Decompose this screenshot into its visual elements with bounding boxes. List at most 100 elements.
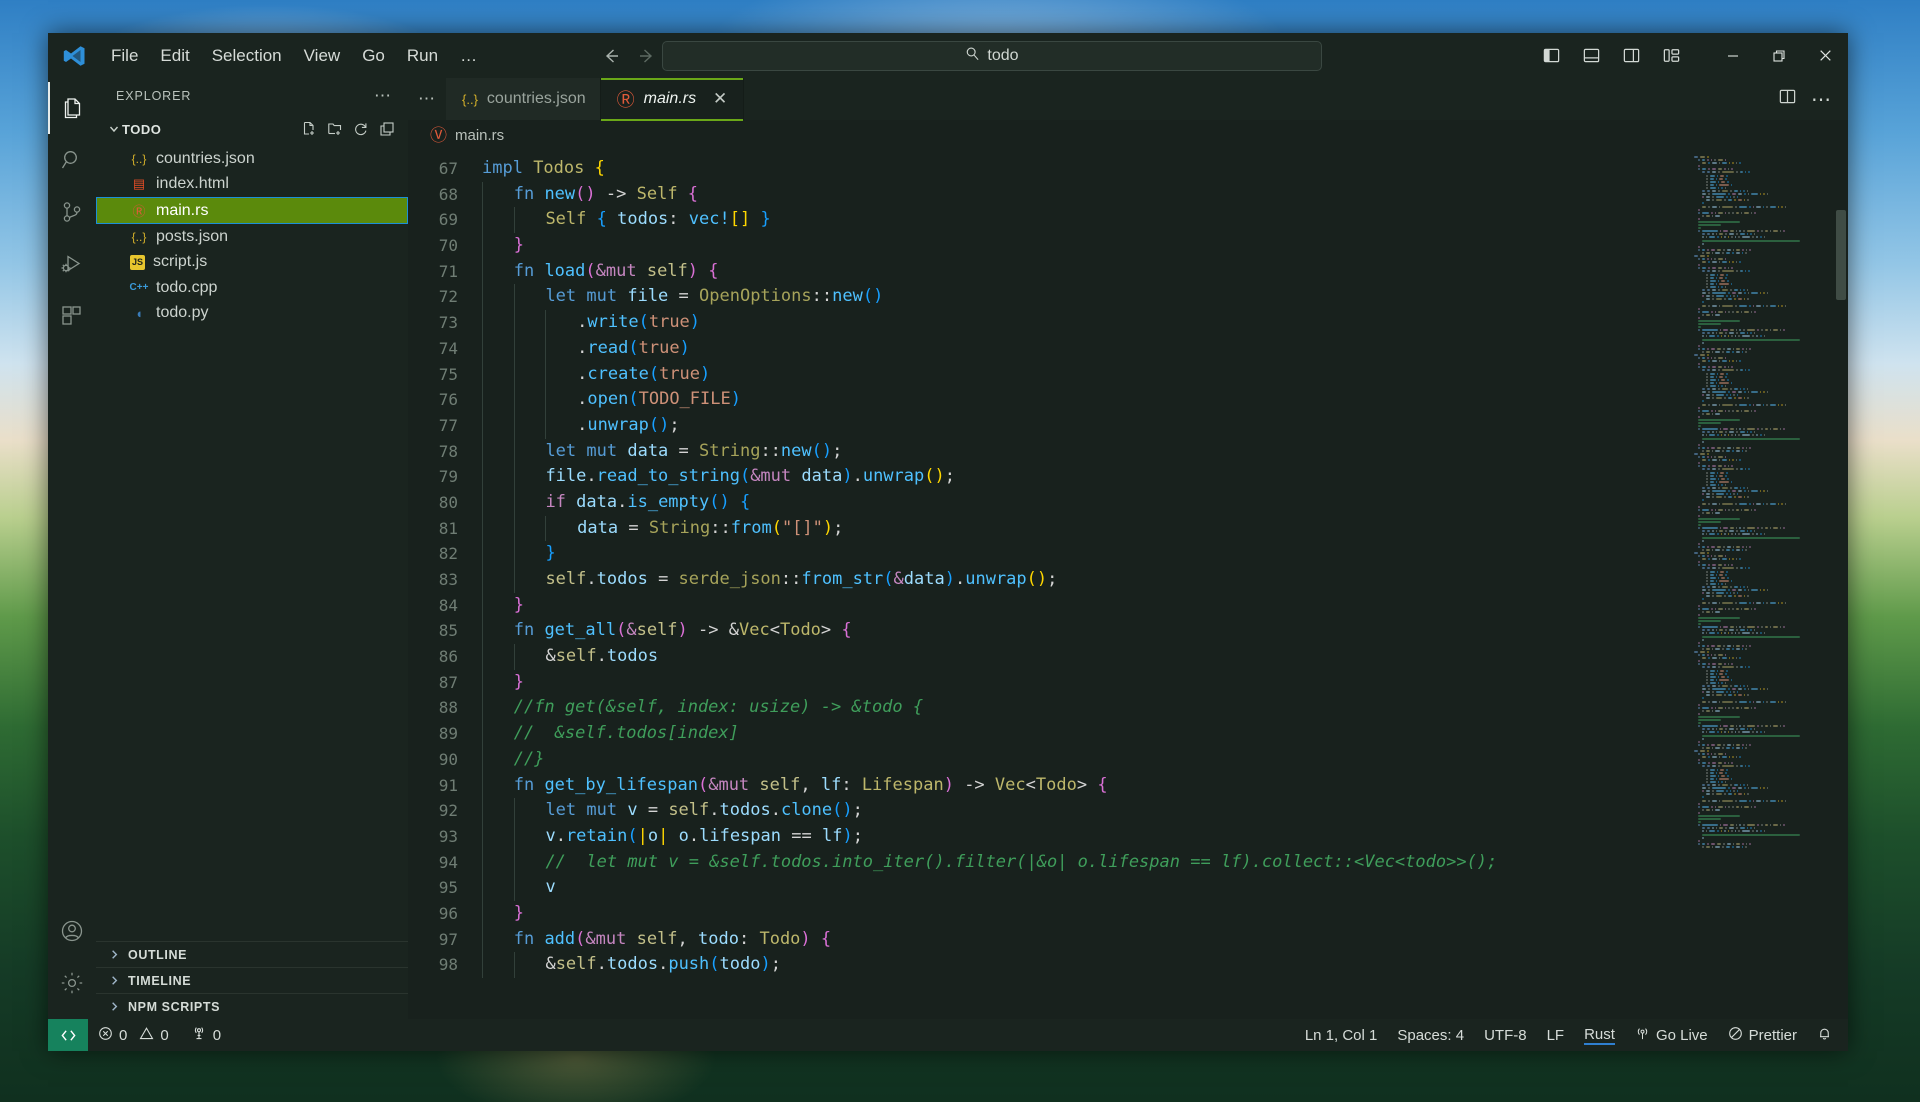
- tabs-overflow-ellipsis-icon[interactable]: ⋯: [408, 78, 446, 120]
- code-line[interactable]: // let mut v = &self.todos.into_iter().f…: [482, 849, 1848, 876]
- code-line[interactable]: data = String::from("[]");: [482, 515, 1848, 542]
- ports-forwarded[interactable]: 0: [179, 1019, 231, 1051]
- code-line[interactable]: v.retain(|o| o.lifespan == lf);: [482, 823, 1848, 850]
- activity-run-debug[interactable]: [48, 238, 96, 290]
- code-line[interactable]: }: [482, 541, 1848, 567]
- code-line[interactable]: fn get_by_lifespan(&mut self, lf: Lifesp…: [482, 772, 1848, 799]
- file-item-script-js[interactable]: JS script.js: [96, 250, 408, 276]
- command-center-search[interactable]: todo: [662, 41, 1322, 71]
- new-file-icon[interactable]: [298, 118, 320, 140]
- file-item-posts-json[interactable]: {..} posts.json: [96, 224, 408, 250]
- panel-section-npm-scripts[interactable]: NPM SCRIPTS: [96, 993, 408, 1019]
- code-line[interactable]: &self.todos: [482, 644, 1848, 670]
- go-live-button[interactable]: Go Live: [1625, 1019, 1718, 1051]
- editor-tab-countries-json[interactable]: {..} countries.json: [446, 78, 601, 120]
- code-line[interactable]: v: [482, 875, 1848, 901]
- code-line[interactable]: .read(true): [482, 335, 1848, 362]
- code-line[interactable]: //}: [482, 746, 1848, 773]
- code-line[interactable]: }: [482, 900, 1848, 927]
- new-folder-icon[interactable]: [324, 118, 346, 140]
- tab-close-icon[interactable]: ✕: [711, 89, 729, 109]
- editor-cursor-position[interactable]: Ln 1, Col 1: [1295, 1019, 1388, 1051]
- activity-extensions[interactable]: [48, 290, 96, 342]
- code-line[interactable]: fn new() -> Self {: [482, 181, 1848, 208]
- scrollbar-thumb[interactable]: [1836, 210, 1846, 300]
- problems-errors[interactable]: 0: [88, 1019, 137, 1051]
- menu-file[interactable]: File: [100, 42, 149, 70]
- code-line[interactable]: }: [482, 669, 1848, 696]
- arrow-left-icon[interactable]: [598, 43, 624, 69]
- code-line[interactable]: .create(true): [482, 361, 1848, 388]
- panel-left-icon[interactable]: [1534, 39, 1568, 73]
- code-line[interactable]: &self.todos.push(todo);: [482, 952, 1848, 978]
- menu-more[interactable]: …: [449, 42, 488, 70]
- activity-settings[interactable]: [48, 957, 96, 1009]
- menu-edit[interactable]: Edit: [149, 42, 200, 70]
- code-line[interactable]: .write(true): [482, 310, 1848, 336]
- code-line[interactable]: // &self.todos[index]: [482, 721, 1848, 747]
- file-item-todo-py[interactable]: ◖ todo.py: [96, 301, 408, 327]
- activity-source-control[interactable]: [48, 186, 96, 238]
- code-content[interactable]: impl Todos { fn new() -> Self { Self { t…: [472, 150, 1848, 1019]
- panel-right-icon[interactable]: [1614, 39, 1648, 73]
- code-line[interactable]: //fn get(&self, index: usize) -> &todo {: [482, 695, 1848, 722]
- code-line[interactable]: .open(TODO_FILE): [482, 387, 1848, 413]
- file-item-main-rs[interactable]: Ⓡmain.rs: [96, 197, 408, 224]
- remote-window-icon[interactable]: [48, 1019, 88, 1051]
- code-line[interactable]: fn add(&mut self, todo: Todo) {: [482, 926, 1848, 953]
- editor-eol[interactable]: LF: [1537, 1019, 1575, 1051]
- code-line[interactable]: file.read_to_string(&mut data).unwrap();: [482, 464, 1848, 490]
- notifications-bell[interactable]: [1807, 1019, 1848, 1051]
- explorer-folder-todo[interactable]: TODO: [96, 114, 408, 144]
- activity-accounts[interactable]: [48, 905, 96, 957]
- file-item-index-html[interactable]: ▤ index.html: [96, 172, 408, 198]
- panel-section-timeline[interactable]: TIMELINE: [96, 967, 408, 993]
- layout-grid-icon[interactable]: [1654, 39, 1688, 73]
- editor-encoding[interactable]: UTF-8: [1474, 1019, 1537, 1051]
- code-line[interactable]: fn get_all(&self) -> &Vec<Todo> {: [482, 618, 1848, 645]
- maximize-button[interactable]: [1756, 33, 1802, 78]
- problems-warnings[interactable]: 0: [137, 1019, 178, 1051]
- panel-section-outline[interactable]: OUTLINE: [96, 941, 408, 967]
- file-item-todo-cpp[interactable]: C++ todo.cpp: [96, 275, 408, 301]
- menu-run[interactable]: Run: [396, 42, 449, 70]
- minimap-token: [1714, 258, 1717, 261]
- editor-language-mode[interactable]: Rust: [1574, 1019, 1625, 1051]
- minimap-token: [1702, 709, 1704, 712]
- code-line[interactable]: let mut data = String::new();: [482, 438, 1848, 465]
- editor-tab-main-rs[interactable]: Ⓡmain.rs ✕: [600, 78, 745, 121]
- prettier-status[interactable]: Prettier: [1718, 1019, 1807, 1051]
- code-editor[interactable]: 67 68 69 70 71 72 73 74 75 76 77 78 79 80 81 82 83 84 85 86…: [408, 150, 1848, 1019]
- editor-scrollbar[interactable]: [1834, 150, 1848, 1019]
- code-line[interactable]: }: [482, 592, 1848, 619]
- code-line[interactable]: if data.is_empty() {: [482, 489, 1848, 516]
- menu-go[interactable]: Go: [351, 42, 396, 70]
- editor-indentation[interactable]: Spaces: 4: [1387, 1019, 1474, 1051]
- minimize-button[interactable]: [1710, 33, 1756, 78]
- code-line[interactable]: fn load(&mut self) {: [482, 258, 1848, 285]
- editor-more-actions-icon[interactable]: ⋯: [1811, 87, 1832, 112]
- minimap[interactable]: [1691, 150, 1816, 1019]
- ellipsis-icon[interactable]: ⋯: [366, 86, 400, 106]
- file-item-countries-json[interactable]: {..} countries.json: [96, 146, 408, 172]
- code-line[interactable]: }: [482, 233, 1848, 259]
- arrow-right-icon[interactable]: [634, 43, 660, 69]
- panel-bottom-icon[interactable]: [1574, 39, 1608, 73]
- breadcrumb-file-label[interactable]: main.rs: [455, 127, 504, 144]
- code-line[interactable]: Self { todos: vec![] }: [482, 207, 1848, 234]
- split-editor-icon[interactable]: [1778, 87, 1797, 111]
- refresh-icon[interactable]: [350, 118, 372, 140]
- menu-view[interactable]: View: [293, 42, 352, 70]
- activity-search[interactable]: [48, 134, 96, 186]
- code-line[interactable]: impl Todos {: [482, 156, 1848, 182]
- close-button[interactable]: [1802, 33, 1848, 78]
- minimap-token: [1724, 357, 1727, 360]
- code-line[interactable]: self.todos = serde_json::from_str(&data)…: [482, 567, 1848, 593]
- code-line[interactable]: .unwrap();: [482, 412, 1848, 439]
- code-line[interactable]: let mut v = self.todos.clone();: [482, 798, 1848, 824]
- code-line[interactable]: let mut file = OpenOptions::new(): [482, 284, 1848, 311]
- activity-explorer[interactable]: [48, 82, 96, 134]
- breadcrumb: Ⓥ main.rs: [408, 120, 1848, 150]
- menu-selection[interactable]: Selection: [201, 42, 293, 70]
- collapse-all-icon[interactable]: [376, 118, 398, 140]
